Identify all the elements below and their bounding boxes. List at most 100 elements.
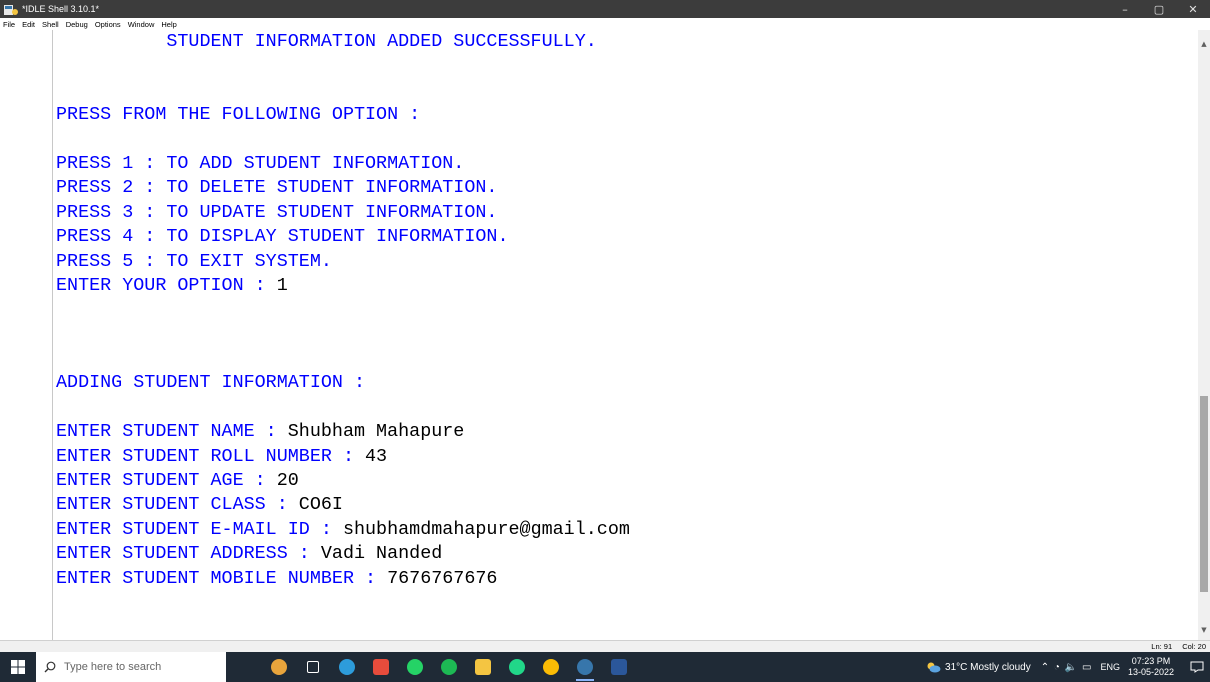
shell-sidebar-divider [52, 30, 53, 640]
weather-text: 31°C Mostly cloudy [945, 661, 1031, 673]
shell-prompt-text: ENTER STUDENT AGE : [56, 470, 277, 492]
status-bar: Ln: 91 Col: 20 [0, 640, 1210, 652]
shell-line: ENTER STUDENT CLASS : CO6I [56, 493, 1186, 517]
clock-date: 13-05-2022 [1127, 667, 1174, 677]
menu-shell[interactable]: Shell [42, 20, 59, 29]
idle-app-icon[interactable] [4, 3, 18, 15]
shell-line: PRESS 1 : TO ADD STUDENT INFORMATION. [56, 152, 1186, 176]
menu-file[interactable]: File [3, 20, 15, 29]
spotify-glyph [441, 659, 457, 675]
pycharm-glyph [509, 659, 525, 675]
language-indicator[interactable]: ENG [1100, 662, 1120, 672]
task-view-glyph [307, 661, 319, 673]
shell-line: ENTER STUDENT ROLL NUMBER : 43 [56, 445, 1186, 469]
menu-edit[interactable]: Edit [22, 20, 35, 29]
edge-icon[interactable] [330, 652, 364, 682]
file-explorer-glyph [475, 659, 491, 675]
scroll-down-icon[interactable]: ▼ [1198, 624, 1210, 636]
column-number: Col: 20 [1182, 642, 1206, 651]
shell-prompt-text: ENTER STUDENT ADDRESS : [56, 543, 321, 565]
network-icon[interactable]: ◔ [1054, 662, 1061, 673]
shell-line: STUDENT INFORMATION ADDED SUCCESSFULLY. [56, 30, 1186, 54]
minimize-button[interactable]: – [1108, 0, 1142, 18]
shell-line: ADDING STUDENT INFORMATION : [56, 371, 1186, 395]
window-title: *IDLE Shell 3.10.1* [22, 4, 100, 14]
search-placeholder: Type here to search [64, 661, 162, 673]
menu-help[interactable]: Help [161, 20, 176, 29]
menu-options[interactable]: Options [95, 20, 121, 29]
line-number: Ln: 91 [1151, 642, 1173, 651]
python-idle-glyph [577, 659, 593, 675]
notification-icon [1190, 661, 1204, 673]
shell-prompt-text: ENTER YOUR OPTION : [56, 274, 277, 296]
shell-user-input: 20 [276, 470, 299, 492]
menu-window[interactable]: Window [128, 20, 155, 29]
window-titlebar: *IDLE Shell 3.10.1* – ▢ ✕ [0, 0, 1210, 18]
cursor-position: Ln: 91 Col: 20 [1143, 642, 1206, 651]
menu-debug[interactable]: Debug [66, 20, 88, 29]
whatsapp-icon[interactable] [398, 652, 432, 682]
tray-icons[interactable]: ⌃ ◔ 🔈 ▭ [1041, 662, 1093, 673]
word-icon[interactable] [602, 652, 636, 682]
shell-line: PRESS FROM THE FOLLOWING OPTION : [56, 103, 1186, 127]
office-icon[interactable] [364, 652, 398, 682]
chrome-icon[interactable] [534, 652, 568, 682]
maximize-button[interactable]: ▢ [1142, 0, 1176, 18]
shell-prompt-text: PRESS 3 : TO UPDATE STUDENT INFORMATION. [56, 201, 498, 223]
shell-prompt-text: PRESS FROM THE FOLLOWING OPTION : [56, 104, 421, 126]
shell-text-area[interactable]: STUDENT INFORMATION ADDED SUCCESSFULLY. P… [0, 30, 1198, 640]
shell-line: ENTER STUDENT NAME : Shubham Mahapure [56, 420, 1186, 444]
shell-prompt-text: STUDENT INFORMATION ADDED SUCCESSFULLY. [56, 31, 597, 52]
shell-user-input: 43 [365, 445, 388, 467]
volume-icon[interactable]: 🔈 [1065, 662, 1078, 673]
shell-line: ENTER STUDENT ADDRESS : Vadi Nanded [56, 542, 1186, 566]
menu-bar: File Edit Shell Debug Options Window Hel… [0, 18, 1210, 30]
shell-line: ENTER STUDENT E-MAIL ID : shubhamdmahapu… [56, 518, 1186, 542]
search-icon [44, 661, 56, 673]
taskbar-pinned-apps [262, 652, 636, 682]
start-button[interactable] [0, 652, 36, 682]
shell-prompt-text: ENTER STUDENT E-MAIL ID : [56, 518, 343, 540]
scrollbar-thumb[interactable] [1200, 396, 1208, 592]
close-button[interactable]: ✕ [1176, 0, 1210, 18]
shell-user-input: 1 [276, 274, 288, 296]
taskbar-search-box[interactable]: Type here to search [36, 652, 226, 682]
python-idle-icon[interactable] [568, 652, 602, 682]
shell-prompt-text: PRESS 1 : TO ADD STUDENT INFORMATION. [56, 152, 465, 174]
shell-user-input: 7676767676 [387, 567, 498, 589]
widget-glyph [271, 659, 287, 675]
notifications-button[interactable] [1184, 652, 1210, 682]
shell-prompt-text: PRESS 5 : TO EXIT SYSTEM. [56, 250, 332, 272]
shell-user-input: CO6I [298, 494, 343, 516]
widget-icon[interactable] [262, 652, 296, 682]
scroll-up-icon[interactable]: ▲ [1198, 38, 1210, 50]
shell-prompt-text: ENTER STUDENT NAME : [56, 421, 288, 443]
chevron-up-icon[interactable]: ⌃ [1041, 662, 1050, 673]
shell-output[interactable]: STUDENT INFORMATION ADDED SUCCESSFULLY. P… [56, 30, 1186, 591]
pycharm-icon[interactable] [500, 652, 534, 682]
clock[interactable]: 07:23 PM 13-05-2022 [1128, 656, 1174, 678]
edge-glyph [339, 659, 355, 675]
shell-prompt-text: ADDING STUDENT INFORMATION : [56, 372, 366, 394]
shell-user-input: Shubham Mahapure [287, 421, 465, 443]
shell-line: PRESS 3 : TO UPDATE STUDENT INFORMATION. [56, 201, 1186, 225]
shell-prompt-text: ENTER STUDENT CLASS : [56, 494, 299, 516]
spotify-icon[interactable] [432, 652, 466, 682]
file-explorer-icon[interactable] [466, 652, 500, 682]
whatsapp-glyph [407, 659, 423, 675]
windows-icon [11, 660, 25, 674]
task-view-icon[interactable] [296, 652, 330, 682]
battery-icon[interactable]: ▭ [1082, 662, 1092, 673]
vertical-scrollbar[interactable]: ▲ ▼ [1198, 30, 1210, 640]
shell-line: ENTER STUDENT MOBILE NUMBER : 7676767676 [56, 567, 1186, 591]
weather-widget[interactable]: 31°C Mostly cloudy [925, 661, 1031, 673]
taskbar: Type here to search 31°C Mostly cloudy ⌃… [0, 652, 1210, 682]
word-glyph [611, 659, 627, 675]
shell-prompt-text: PRESS 2 : TO DELETE STUDENT INFORMATION. [56, 177, 498, 199]
